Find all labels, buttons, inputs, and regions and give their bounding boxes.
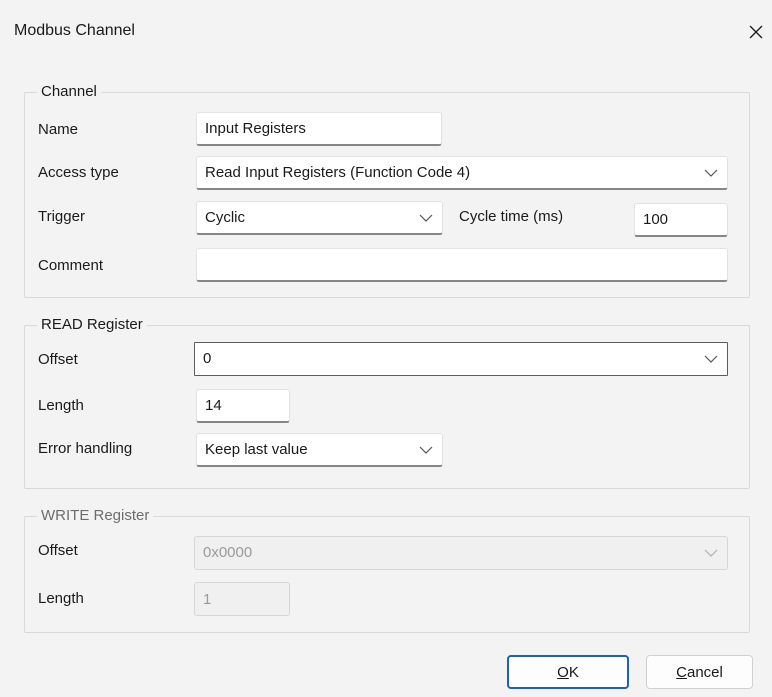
name-input[interactable] xyxy=(196,112,442,146)
comment-label: Comment xyxy=(38,257,104,274)
read-register-legend: READ Register xyxy=(37,316,147,334)
chevron-down-icon xyxy=(419,214,433,222)
cancel-button[interactable]: Cancel xyxy=(646,655,753,689)
access-type-select[interactable]: Read Input Registers (Function Code 4) xyxy=(196,156,728,190)
close-icon xyxy=(749,25,763,39)
error-handling-select[interactable]: Keep last value xyxy=(196,433,443,467)
write-length-label: Length xyxy=(38,590,84,607)
read-length-input[interactable] xyxy=(196,389,290,423)
title-bar: Modbus Channel xyxy=(0,0,772,64)
cycle-time-label: Cycle time (ms) xyxy=(459,208,564,225)
close-button[interactable] xyxy=(740,10,772,54)
chevron-down-icon xyxy=(704,549,718,557)
cancel-label: ancel xyxy=(686,663,723,681)
trigger-label: Trigger xyxy=(38,208,85,225)
read-offset-label: Offset xyxy=(38,351,78,368)
modbus-channel-dialog: Modbus Channel Channel Name Access type … xyxy=(0,0,772,697)
error-handling-value: Keep last value xyxy=(205,441,308,458)
chevron-down-icon xyxy=(704,355,718,363)
ok-button[interactable]: OK xyxy=(507,655,629,689)
chevron-down-icon xyxy=(704,169,718,177)
write-offset-value: 0x0000 xyxy=(203,544,253,561)
write-offset-select[interactable]: 0x0000 xyxy=(194,536,728,570)
error-handling-label: Error handling xyxy=(38,440,133,457)
chevron-down-icon xyxy=(419,446,433,454)
trigger-value: Cyclic xyxy=(205,209,245,226)
cycle-time-input[interactable] xyxy=(634,203,728,237)
read-length-label: Length xyxy=(38,397,84,414)
ok-mnemonic: O xyxy=(557,663,569,681)
access-type-label: Access type xyxy=(38,164,119,181)
name-label: Name xyxy=(38,121,79,138)
trigger-select[interactable]: Cyclic xyxy=(196,201,443,235)
ok-label: K xyxy=(568,663,579,681)
read-offset-value: 0 xyxy=(203,350,212,367)
read-register-group: READ Register Offset 0 Length Error hand… xyxy=(24,316,750,489)
access-type-value: Read Input Registers (Function Code 4) xyxy=(205,164,471,181)
comment-input[interactable] xyxy=(196,248,728,282)
channel-group: Channel Name Access type Read Input Regi… xyxy=(24,83,750,298)
write-register-legend: WRITE Register xyxy=(37,507,154,525)
write-offset-label: Offset xyxy=(38,542,78,559)
write-length-input[interactable] xyxy=(194,582,290,616)
write-register-group: WRITE Register Offset 0x0000 Length xyxy=(24,507,750,633)
channel-legend: Channel xyxy=(37,83,101,101)
read-offset-select[interactable]: 0 xyxy=(194,342,728,376)
cancel-mnemonic: C xyxy=(676,663,687,681)
window-title: Modbus Channel xyxy=(14,22,135,39)
